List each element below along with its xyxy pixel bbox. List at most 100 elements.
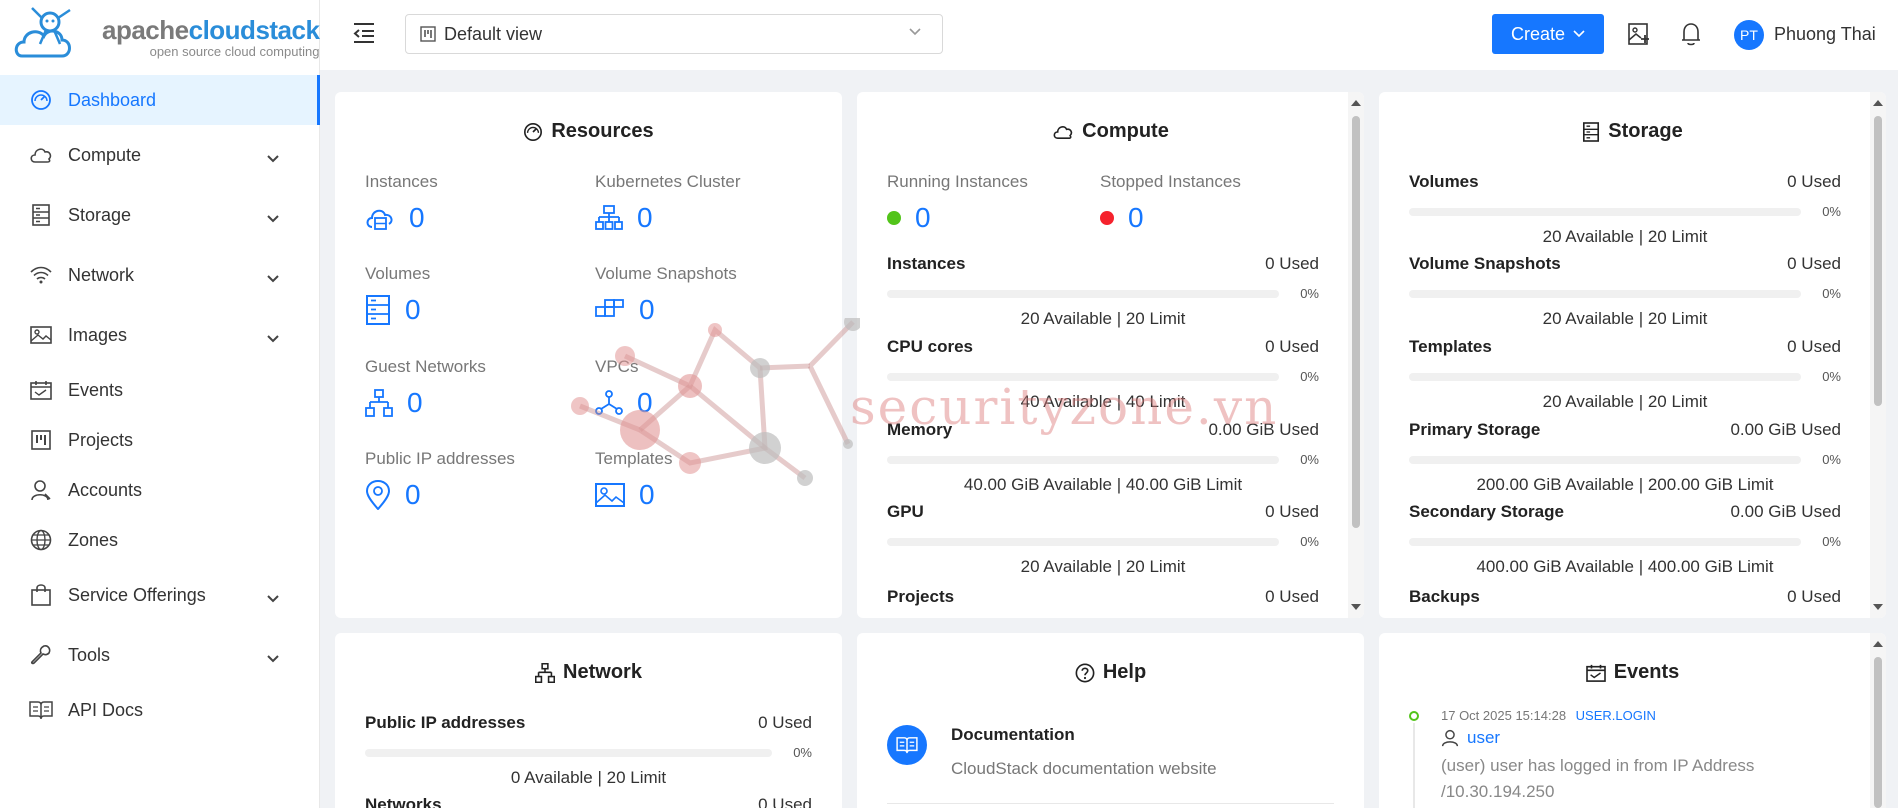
sidebar-item-label: Events — [68, 379, 124, 400]
sidebar-item-network[interactable]: Network — [0, 250, 320, 300]
storage-title: Storage — [1379, 120, 1886, 143]
sidebar-item-storage[interactable]: Storage — [0, 190, 320, 240]
view-selector[interactable]: Default view — [405, 14, 943, 54]
quota-row: GPU 0 Used 0% 20 Available | 20 Limit — [887, 502, 1319, 577]
scrollbar[interactable] — [1870, 633, 1886, 808]
sidebar-item-accounts[interactable]: Accounts — [0, 465, 320, 515]
quota-row: Networks 0 Used — [365, 795, 812, 808]
sidebar-item-zones[interactable]: Zones — [0, 515, 320, 565]
sidebar-item-dashboard[interactable]: Dashboard — [0, 75, 320, 125]
menu-fold-icon[interactable] — [350, 20, 380, 50]
quota-row: Backups 0 Used — [1409, 587, 1841, 607]
wifi-icon — [28, 262, 54, 288]
stat-volume-snapshots[interactable]: Volume Snapshots 0 — [595, 264, 737, 326]
events-card: Events 17 Oct 2025 15:14:28 USER.LOGIN u… — [1379, 633, 1886, 808]
quota-row: Volume Snapshots 0 Used 0% 20 Available |… — [1409, 254, 1841, 329]
stat-volumes[interactable]: Volumes 0 — [365, 264, 430, 326]
scroll-down-icon[interactable] — [1350, 602, 1362, 612]
stat-value: 0 — [405, 479, 421, 510]
scroll-up-icon[interactable] — [1350, 98, 1362, 108]
bell-icon[interactable] — [1680, 22, 1704, 46]
stat-running-instances[interactable]: Running Instances 0 — [887, 172, 1028, 234]
scroll-thumb[interactable] — [1874, 657, 1882, 808]
stat-value: 0 — [1128, 202, 1144, 233]
sidebar-item-label: Service Offerings — [68, 584, 206, 605]
avatar[interactable]: PT — [1734, 20, 1764, 50]
stat-label: Volumes — [365, 264, 431, 283]
chevron-down-icon — [260, 326, 286, 352]
quota-used: 0 Used — [1265, 502, 1319, 521]
storage-title-text: Storage — [1608, 120, 1683, 142]
sidebar-item-label: Network — [68, 264, 135, 285]
quota-bar — [1409, 455, 1801, 464]
stat-guest-networks[interactable]: Guest Networks 0 — [365, 357, 486, 419]
chevron-down-icon — [260, 206, 286, 232]
sidebar: apachecloudstack open source cloud compu… — [0, 0, 320, 808]
scroll-up-icon[interactable] — [1872, 639, 1884, 649]
timeline-dot — [1409, 711, 1419, 721]
sidebar-item-api-docs[interactable]: API Docs — [0, 685, 320, 735]
quota-name: Networks — [365, 795, 442, 808]
quota-name: Backups — [1409, 587, 1480, 606]
sidebar-item-service-offerings[interactable]: Service Offerings — [0, 570, 320, 620]
event-user-link[interactable]: user — [1467, 728, 1500, 748]
sidebar-item-projects[interactable]: Projects — [0, 415, 320, 465]
network-title: Network — [335, 661, 842, 684]
events-title-text: Events — [1613, 661, 1680, 683]
sidebar-item-compute[interactable]: Compute — [0, 130, 320, 180]
network-card: Network Public IP addresses 0 Used 0% 0 A… — [335, 633, 842, 808]
cloudstack-mascot-icon — [12, 4, 96, 70]
documentation-link[interactable]: Documentation CloudStack documentation w… — [887, 725, 1217, 779]
read-icon — [28, 697, 54, 723]
image-plus-icon[interactable] — [1628, 22, 1652, 46]
quota-available: 200.00 GiB Available | 200.00 GiB Limit — [1476, 475, 1774, 494]
sidebar-item-tools[interactable]: Tools — [0, 630, 320, 680]
stat-instances[interactable]: Instances 0 — [365, 172, 438, 234]
compute-title-text: Compute — [1082, 120, 1169, 142]
stat-value: 0 — [405, 294, 421, 325]
network-icon — [365, 389, 393, 417]
running-status-dot — [887, 211, 901, 225]
quota-percent: 0% — [1822, 204, 1841, 219]
chevron-down-icon — [1573, 30, 1585, 38]
watermark-text: securityzone.vn — [850, 378, 1279, 436]
stat-public-ip-addresses[interactable]: Public IP addresses 0 — [365, 449, 515, 511]
compute-title: Compute — [857, 120, 1364, 143]
logo[interactable]: apachecloudstack open source cloud compu… — [0, 0, 320, 74]
dashboard-icon — [28, 87, 54, 113]
event-time: 17 Oct 2025 15:14:28 — [1441, 708, 1567, 723]
quota-row: Volumes 0 Used 0% 20 Available | 20 Limit — [1409, 172, 1841, 247]
event-ip-address: /10.30.194.250 — [1441, 782, 1555, 801]
divider — [887, 803, 1334, 804]
scroll-thumb[interactable] — [1874, 116, 1882, 406]
scroll-up-icon[interactable] — [1872, 98, 1884, 108]
stat-value: 0 — [637, 202, 653, 233]
quota-percent: 0% — [1822, 534, 1841, 549]
create-button[interactable]: Create — [1492, 14, 1604, 54]
quota-bar — [887, 455, 1279, 464]
stat-label: Kubernetes Cluster — [595, 172, 741, 191]
scrollbar[interactable] — [1870, 92, 1886, 618]
sidebar-item-images[interactable]: Images — [0, 310, 320, 360]
quota-used: 0 Used — [1787, 254, 1841, 273]
cloud-icon — [28, 142, 54, 168]
quota-name: Instances — [887, 254, 966, 273]
quota-percent: 0% — [793, 745, 812, 760]
sidebar-item-events[interactable]: Events — [0, 365, 320, 415]
stat-value: 0 — [915, 202, 931, 233]
quota-available: 20 Available | 20 Limit — [1020, 309, 1186, 328]
quota-used: 0 Used — [1265, 587, 1319, 606]
storage-icon — [28, 202, 54, 228]
scrollbar[interactable] — [1348, 92, 1364, 618]
sidebar-item-label: Images — [68, 324, 128, 345]
event-type-tag[interactable]: USER.LOGIN — [1576, 708, 1656, 723]
stat-value: 0 — [407, 387, 423, 418]
stat-kubernetes-cluster[interactable]: Kubernetes Cluster 0 — [595, 172, 741, 234]
scroll-down-icon[interactable] — [1872, 602, 1884, 612]
quota-bar — [1409, 289, 1801, 298]
scroll-thumb[interactable] — [1352, 116, 1360, 528]
user-name[interactable]: Phuong Thai — [1774, 24, 1876, 45]
chevron-down-icon — [260, 266, 286, 292]
stat-stopped-instances[interactable]: Stopped Instances 0 — [1100, 172, 1241, 234]
chevron-down-icon — [260, 146, 286, 172]
